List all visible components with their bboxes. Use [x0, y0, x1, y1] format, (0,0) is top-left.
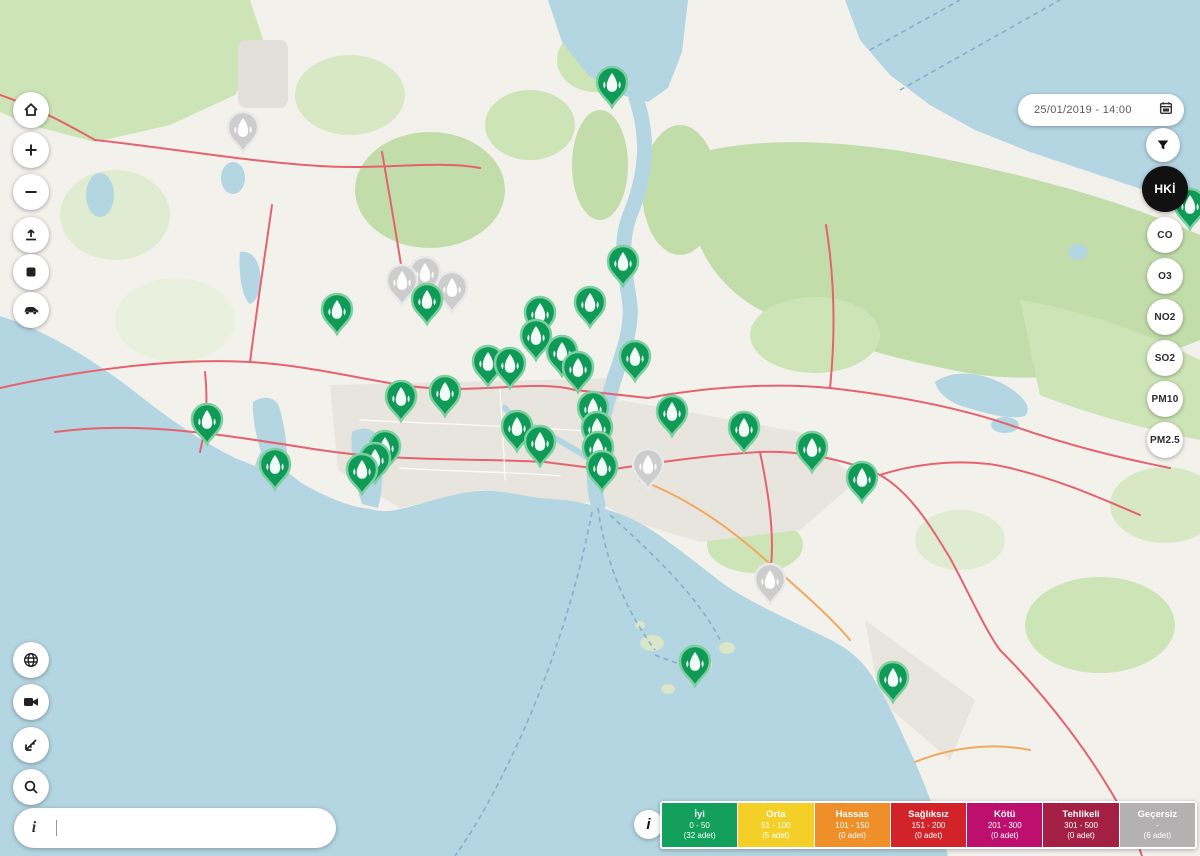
legend-range: 151 - 200 [912, 821, 946, 831]
legend-range: 201 - 300 [988, 821, 1022, 831]
globe-icon [22, 651, 40, 669]
legend-range: - [1156, 821, 1159, 831]
basemap-icon [22, 263, 40, 281]
search-input[interactable] [57, 816, 336, 840]
legend-label: Tehlikeli [1062, 809, 1099, 821]
pollutant-button-pm10[interactable]: PM10 [1147, 381, 1183, 417]
info-icon: i [646, 816, 650, 833]
legend-segment-7[interactable]: Geçersiz-(6 adet) [1120, 803, 1195, 847]
search-button[interactable] [13, 769, 49, 805]
measure-button[interactable] [13, 727, 49, 763]
legend-segment-4[interactable]: Sağlıksız151 - 200(0 adet) [891, 803, 966, 847]
pollutant-button-no2[interactable]: NO2 [1147, 299, 1183, 335]
pollutant-button-hki[interactable]: HKİ [1142, 166, 1188, 212]
legend-count: (32 adet) [684, 831, 716, 841]
legend-range: 51 - 100 [761, 821, 790, 831]
zoom-in-button[interactable] [13, 132, 49, 168]
legend-range: 101 - 150 [835, 821, 869, 831]
funnel-icon [1155, 137, 1171, 153]
legend-count: (0 adet) [1067, 831, 1095, 841]
zoom-out-icon [22, 183, 40, 201]
legend-count: (0 adet) [915, 831, 943, 841]
pollutant-button-o3[interactable]: O3 [1147, 258, 1183, 294]
location-search-bar[interactable]: i [14, 808, 336, 848]
legend-range: 301 - 500 [1064, 821, 1098, 831]
search-icon [22, 778, 40, 796]
filter-button[interactable] [1146, 128, 1180, 162]
calendar-icon[interactable] [1158, 100, 1174, 121]
zoom-in-icon [22, 141, 40, 159]
language-button[interactable] [13, 642, 49, 678]
legend-count: (6 adet) [1144, 831, 1172, 841]
upload-icon [22, 226, 40, 244]
legend-count: (0 adet) [991, 831, 1019, 841]
legend-segment-5[interactable]: Kötü201 - 300(0 adet) [967, 803, 1042, 847]
legend-segment-6[interactable]: Tehlikeli301 - 500(0 adet) [1043, 803, 1118, 847]
upload-button[interactable] [13, 217, 49, 253]
info-icon: i [14, 819, 54, 837]
legend-label: Hassas [836, 809, 869, 821]
traffic-button[interactable] [13, 292, 49, 328]
air-quality-map-app: i 25/01/2019 - 14:00 HKİ CO O3 NO2 SO2 PM10 PM… [0, 0, 1200, 856]
map-canvas[interactable] [0, 0, 1200, 856]
legend-count: (0 adet) [838, 831, 866, 841]
pollutant-button-pm25[interactable]: PM2.5 [1147, 422, 1183, 458]
traffic-icon [22, 301, 40, 319]
basemap-button[interactable] [13, 254, 49, 290]
legend-label: İyi [694, 809, 705, 821]
legend-segment-3[interactable]: Hassas101 - 150(0 adet) [815, 803, 890, 847]
pollutant-selector: HKİ CO O3 NO2 SO2 PM10 PM2.5 [1141, 166, 1189, 458]
legend-range: 0 - 50 [689, 821, 709, 831]
datetime-value: 25/01/2019 - 14:00 [1034, 104, 1158, 116]
legend-label: Kötü [994, 809, 1016, 821]
measure-icon [22, 736, 40, 754]
datetime-picker[interactable]: 25/01/2019 - 14:00 [1018, 94, 1184, 126]
camera-icon [22, 693, 40, 711]
legend-segment-1[interactable]: İyi0 - 50(32 adet) [662, 803, 737, 847]
legend-segment-2[interactable]: Orta51 - 100(5 adet) [738, 803, 813, 847]
pollutant-button-co[interactable]: CO [1147, 217, 1183, 253]
home-icon [22, 101, 40, 119]
zoom-out-button[interactable] [13, 174, 49, 210]
legend-label: Orta [766, 809, 786, 821]
aqi-legend: İyi0 - 50(32 adet)Orta51 - 100(5 adet)Ha… [660, 801, 1197, 849]
home-button[interactable] [13, 92, 49, 128]
pollutant-button-so2[interactable]: SO2 [1147, 340, 1183, 376]
legend-label: Sağlıksız [908, 809, 949, 821]
legend-info-button[interactable]: i [634, 810, 663, 839]
legend-label: Geçersiz [1138, 809, 1178, 821]
camera-button[interactable] [13, 684, 49, 720]
legend-count: (5 adet) [762, 831, 790, 841]
